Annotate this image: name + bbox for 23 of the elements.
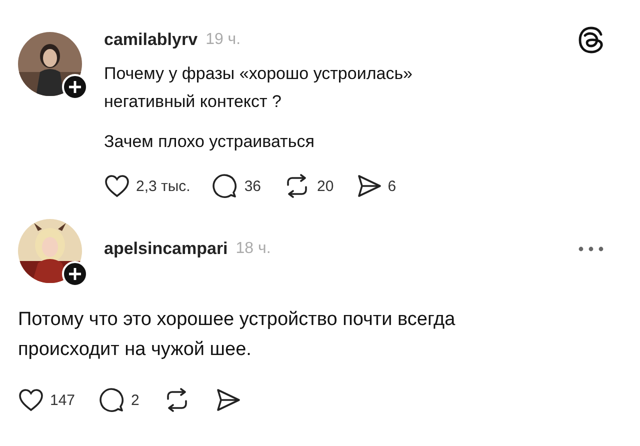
heart-icon[interactable] (104, 174, 130, 198)
like-count: 2,3 тыс. (136, 178, 190, 194)
post-text: Зачем плохо устраиваться (104, 131, 316, 153)
username[interactable]: camilablyrv (104, 30, 198, 50)
comment-icon[interactable] (212, 173, 238, 199)
post-text: Почему у фразы «хорошо устроилась» негативный контекст ? (104, 63, 414, 113)
heart-icon[interactable] (18, 388, 44, 412)
logo-icon[interactable] (578, 26, 604, 54)
add-icon[interactable] (62, 74, 88, 100)
timestamp: 19 ч. (206, 31, 241, 49)
username[interactable]: apelsincampari (104, 239, 228, 259)
comment-icon[interactable] (99, 387, 126, 413)
share-icon[interactable] (215, 388, 242, 412)
timestamp: 18 ч. (236, 240, 271, 258)
comment-count: 36 (244, 178, 262, 194)
more-icon[interactable] (578, 246, 604, 252)
add-icon[interactable] (62, 261, 88, 287)
like-count: 147 (50, 392, 76, 408)
post-text: Потому что это хорошее устройство почти всегда происходит на чужой шее. (18, 308, 456, 362)
comment-count: 2 (131, 392, 140, 408)
share-count: 6 (388, 178, 396, 194)
share-icon[interactable] (356, 174, 382, 198)
repost-count: 20 (317, 178, 334, 194)
